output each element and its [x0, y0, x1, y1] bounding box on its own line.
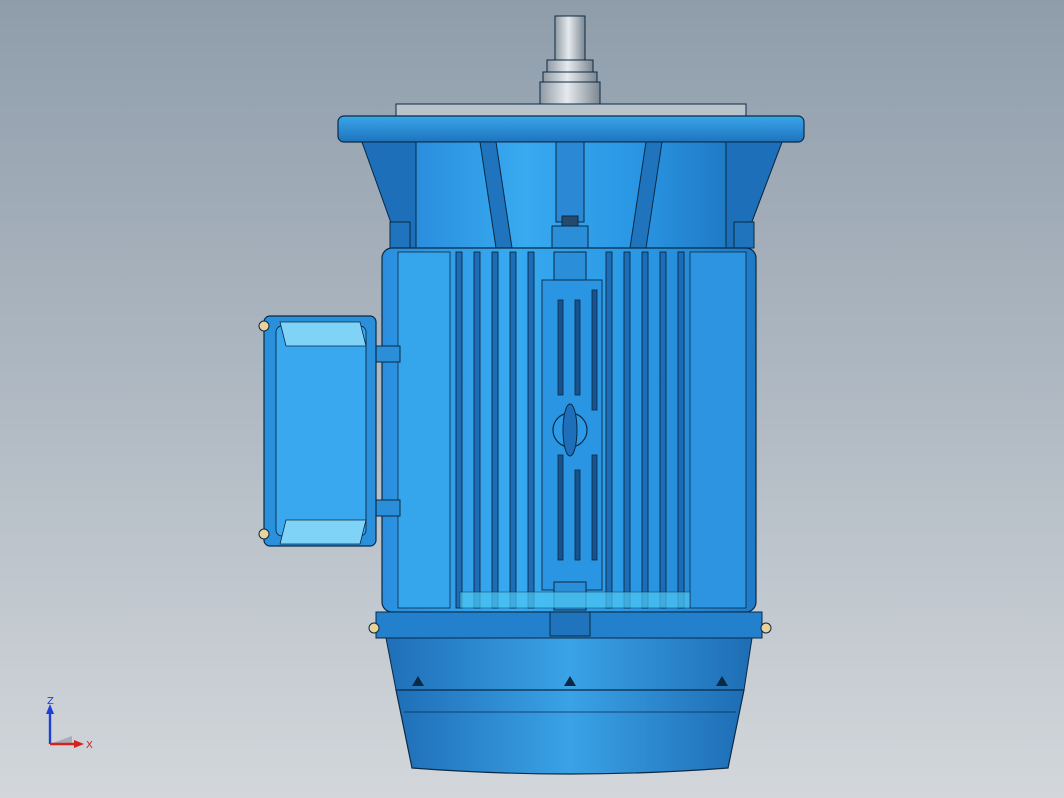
motor-housing	[381, 247, 757, 613]
motor-3d-model[interactable]	[0, 0, 1064, 798]
fan-cover	[368, 611, 772, 775]
coordinate-triad: Z X	[46, 696, 93, 751]
triad-plane-icon	[50, 736, 72, 744]
z-axis-label: Z	[47, 696, 54, 707]
mounting-flange	[337, 115, 805, 249]
graphics-viewport[interactable]: Z X	[0, 0, 1064, 798]
terminal-box	[258, 315, 401, 547]
motor-shaft	[395, 15, 747, 117]
x-axis-label: X	[86, 740, 93, 751]
